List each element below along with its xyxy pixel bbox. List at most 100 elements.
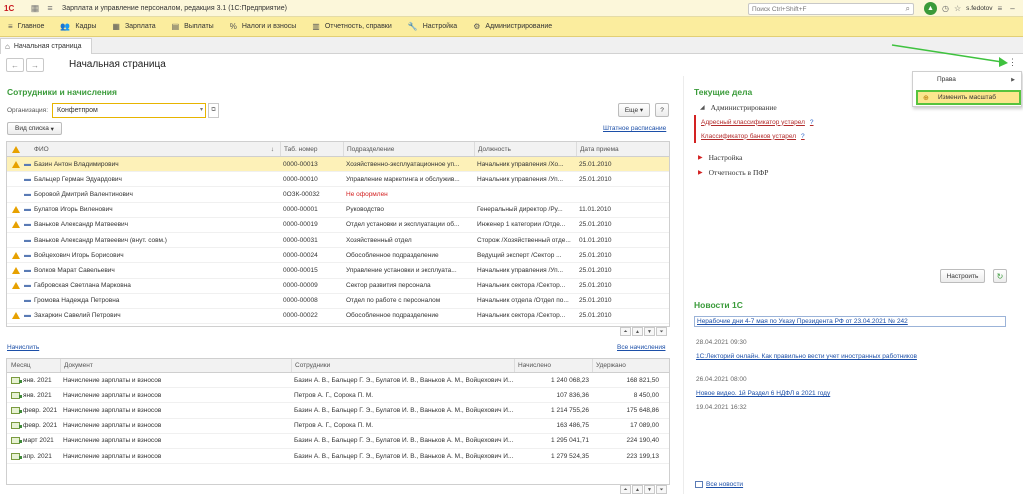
col-accrued[interactable]: Начислено (514, 359, 592, 372)
tab-home[interactable]: ⌂ Начальная страница (0, 38, 92, 54)
address-classifier-link[interactable]: Адресный классификатор устарел? (701, 115, 814, 129)
minimize-icon[interactable]: – (1010, 4, 1014, 13)
scroll-down-icon[interactable]: ▼ (644, 327, 655, 336)
menu-taxes[interactable]: % Налоги и взносы (230, 22, 297, 31)
col-withheld[interactable]: Удержано (592, 359, 662, 372)
table-row[interactable]: апр. 2021 Начисление зарплаты и взносов Ба… (7, 449, 669, 465)
history-icon[interactable]: ◷ (942, 4, 949, 13)
scroll-down-icon[interactable]: ▼ (644, 485, 655, 494)
table-row[interactable]: ▬ Волков Марат Савельевич 0000-00015 Управл… (7, 263, 669, 279)
help-icon[interactable]: ? (801, 133, 805, 140)
forward-button[interactable]: → (26, 58, 44, 72)
table-row[interactable]: ▬ Войцехович Игорь Борисович 0000-00024 Обо… (7, 248, 669, 264)
more-button[interactable]: Еще ▾ (618, 103, 650, 117)
scroll-bottom-icon[interactable]: ⏷ (656, 485, 667, 494)
news-date: 26.04.2021 08:00 (696, 376, 747, 383)
group-settings[interactable]: ▶ Настройка (698, 153, 742, 162)
user-name[interactable]: s.fedotov (966, 5, 992, 12)
staffing-link[interactable]: Штатное расписание (603, 125, 666, 132)
help-icon[interactable]: ? (810, 119, 814, 126)
search-icon[interactable]: ⌕ (906, 4, 910, 14)
favorites-icon[interactable]: ☆ (954, 4, 961, 13)
cell-date: 11.01.2010 (579, 206, 612, 214)
cell-date: 25.01.2010 (579, 160, 612, 168)
menu-settings[interactable]: 🔧 Настройка (408, 22, 457, 31)
warning-icon (7, 221, 24, 229)
menu-admin[interactable]: ⚙ Администрирование (473, 22, 552, 31)
col-dep[interactable]: Подразделение (343, 142, 474, 156)
news-link[interactable]: Нерабочие дни 4-7 мая по Указу Президент… (697, 318, 908, 325)
settings-icon[interactable]: ≡ (998, 4, 1003, 13)
configure-button[interactable]: Настроить (940, 269, 985, 283)
menu-payments[interactable]: ▤ Выплаты (172, 22, 214, 31)
table-row[interactable]: ▬ Бальцер Герман Эдуардович 0000-00010 Упра… (7, 172, 669, 188)
collapsed-arrow-icon: ▶ (698, 170, 703, 176)
col-date[interactable]: Дата приема (576, 142, 636, 156)
news-link[interactable]: 1С:Лекторий онлайн. Как правильно вести … (696, 353, 917, 360)
cell-accrued: 1 279 524,35 (551, 452, 589, 460)
news-item-selected[interactable]: Нерабочие дни 4-7 мая по Указу Президент… (694, 316, 1006, 327)
employee-icon: ▬ (24, 175, 31, 183)
table-row[interactable]: ▬ Базин Антон Владимирович 0000-00013 Хозяй… (7, 157, 669, 173)
view-list-button[interactable]: Вид списка ▾ (7, 122, 62, 135)
table-row[interactable]: ▬ Громова Надежда Петровна 0000-00008 Отдел… (7, 294, 669, 309)
news-icon (695, 481, 703, 488)
table-row[interactable]: ▬ Булатов Игорь Виленович 0000-00001 Руково… (7, 203, 669, 218)
menu-salary[interactable]: ▦ Зарплата (112, 22, 155, 31)
chevron-down-icon[interactable]: ▾ (200, 106, 203, 113)
table-row[interactable]: ▬ Ваньков Александр Матвеевич 0000-00019 От… (7, 218, 669, 233)
menu-reports[interactable]: ▥ Отчетность, справки (312, 22, 392, 31)
emp-scroll-controls: ⏶ ▲ ▼ ⏷ (620, 327, 667, 336)
employee-icon: ▬ (24, 312, 31, 320)
scroll-up-icon[interactable]: ▲ (632, 327, 643, 336)
table-row[interactable]: февр. 2021 Начисление зарплаты и взносов Б… (7, 403, 669, 419)
table-row[interactable]: ▬ Ваньков Александр Матвеевич (внут. совм… (7, 233, 669, 249)
search-box[interactable]: ⌕ (748, 3, 914, 15)
col-pos[interactable]: Должность (474, 142, 576, 156)
table-row[interactable]: янв. 2021 Начисление зарплаты и взносов Ба… (7, 373, 669, 389)
menu-zoom[interactable]: ⊕ Изменить масштаб (916, 90, 1021, 105)
grid-icon[interactable]: ▦ (29, 2, 41, 14)
news-date: 28.04.2021 09:30 (696, 339, 747, 346)
table-row[interactable]: ▬ Захаркин Савелий Петрович 0000-00022 Обос… (7, 309, 669, 325)
refresh-icon[interactable]: ↻ (993, 269, 1007, 283)
hamburger-icon[interactable]: ≡ (44, 2, 56, 14)
scroll-up-icon[interactable]: ▲ (632, 485, 643, 494)
search-input[interactable] (752, 5, 892, 13)
menu-rights[interactable]: Права ▶ (913, 72, 1021, 87)
accrue-link[interactable]: Начислить (7, 344, 39, 351)
cell-tab: 0000-00013 (283, 160, 318, 168)
cell-withheld: 175 648,86 (626, 406, 659, 414)
menu-main[interactable]: ≡ Главное (8, 22, 44, 31)
table-row[interactable]: март 2021 Начисление зарплаты и взносов Ба… (7, 434, 669, 449)
cell-pos: Начальник управления /Уп... (477, 266, 564, 274)
col-doc[interactable]: Документ (60, 359, 291, 372)
employee-icon: ▬ (24, 206, 31, 214)
col-fio[interactable]: ФИО ↓ (34, 146, 280, 153)
cell-date: 25.01.2010 (579, 175, 612, 183)
notifications-icon[interactable]: ▲ (924, 2, 937, 15)
cell-withheld: 8 450,00 (633, 391, 659, 399)
table-row[interactable]: февр. 2021 Начисление зарплаты и взносов П… (7, 419, 669, 434)
sort-icon[interactable]: ↓ (271, 146, 274, 153)
bank-classifier-link[interactable]: Классификатор банков устарел? (701, 129, 814, 143)
open-icon[interactable]: ⧉ (208, 103, 219, 118)
table-row[interactable]: янв. 2021 Начисление зарплаты и взносов Пе… (7, 388, 669, 404)
org-field[interactable]: Конфетпром ▾ (52, 103, 206, 118)
all-accruals-link[interactable]: Все начисления (617, 344, 665, 351)
menu-hr[interactable]: 👥 Кадры (60, 22, 96, 31)
group-admin[interactable]: ◢ Администрирование (700, 103, 777, 112)
all-news[interactable]: Все новости (695, 481, 743, 488)
scroll-top-icon[interactable]: ⏶ (620, 485, 631, 494)
scroll-bottom-icon[interactable]: ⏷ (656, 327, 667, 336)
col-tab[interactable]: Таб. номер (280, 142, 343, 156)
scroll-top-icon[interactable]: ⏶ (620, 327, 631, 336)
col-month[interactable]: Месяц (7, 362, 60, 369)
table-row[interactable]: ▬ Габровская Светлана Марковна 0000-00009 С… (7, 279, 669, 294)
news-link[interactable]: Новое видео. 1й Раздел 6 НДФЛ в 2021 год… (696, 390, 830, 397)
col-employees[interactable]: Сотрудники (291, 359, 514, 372)
help-button[interactable]: ? (655, 103, 669, 117)
group-pfr[interactable]: ▶ Отчетность в ПФР (698, 168, 768, 177)
back-button[interactable]: ← (6, 58, 24, 72)
table-row[interactable]: ▬ Боровой Дмитрий Валентинович 0ОЗК-00032 Н… (7, 187, 669, 203)
